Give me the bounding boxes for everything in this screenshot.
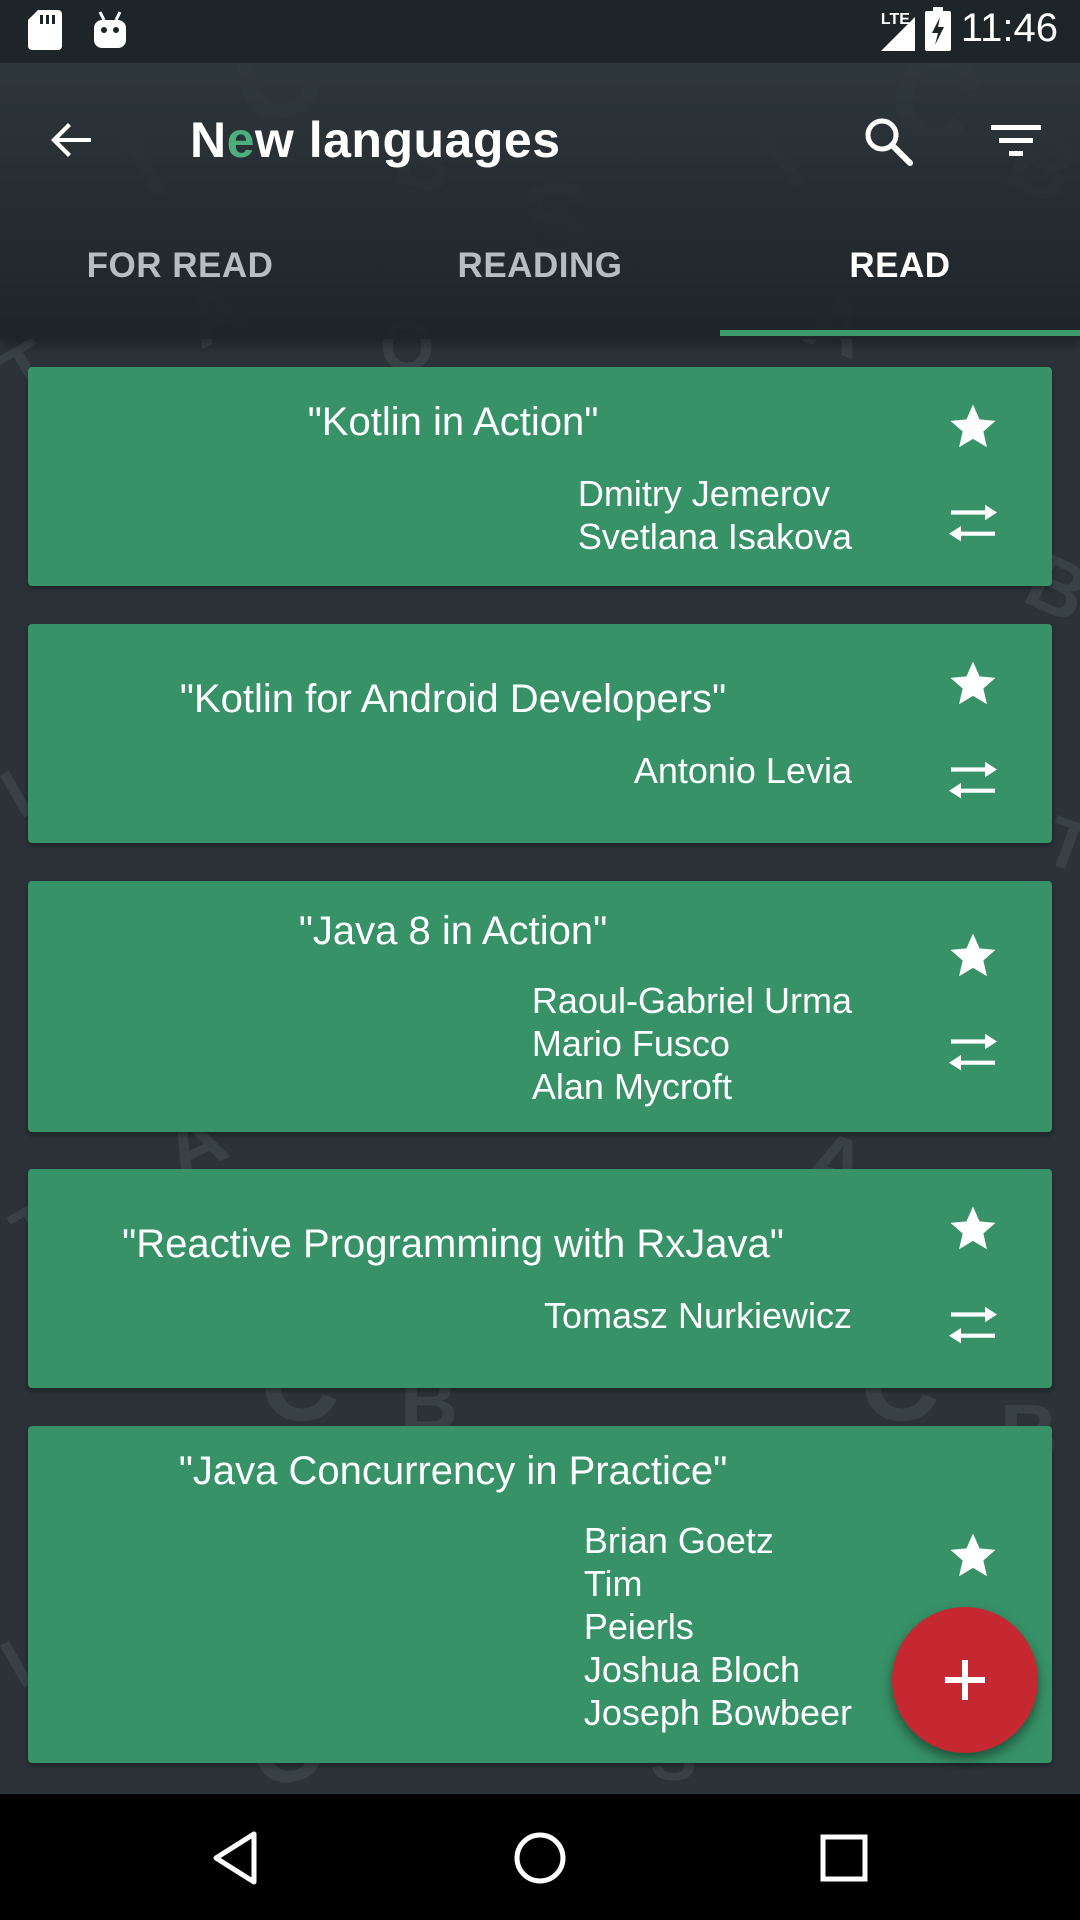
author-name: Mario Fusco [531,1023,730,1064]
swap-arrows-icon [949,1033,997,1071]
filter-button[interactable] [980,105,1052,177]
star-icon [950,661,996,705]
favorite-button[interactable] [928,639,1018,729]
nav-home-button[interactable] [498,1816,582,1900]
book-title: "Kotlin for Android Developers" [179,677,727,721]
star-icon [950,1206,996,1250]
status-right-icons: LTE 11:46 [880,6,1058,51]
author-name: Tim [583,1563,643,1604]
author-name: Svetlana Isakova [577,516,852,557]
arrow-back-icon [51,123,91,157]
status-time: 11:46 [960,6,1058,50]
nav-recents-button[interactable] [802,1816,886,1900]
back-triangle-icon [213,1831,257,1885]
star-icon [950,933,996,977]
move-button[interactable] [928,1008,1018,1098]
author-name: Joseph Bowbeer [583,1692,852,1733]
title-part-accent: e [226,112,255,168]
move-button[interactable] [928,736,1018,826]
system-nav-bar [0,1794,1080,1920]
battery-charging-icon [924,6,951,51]
search-button[interactable] [852,105,924,177]
book-title: "Java 8 in Action" [298,909,608,953]
author-name: Antonio Levia [633,750,852,791]
app-toolbar: New languages FOR READ READING READ [0,63,1080,339]
favorite-button[interactable] [928,1184,1018,1274]
book-title: "Java Concurrency in Practice" [178,1449,728,1493]
add-book-button[interactable] [892,1607,1038,1753]
plus-icon [945,1660,985,1700]
author-name: Alan Mycroft [531,1066,732,1107]
search-icon [865,118,913,166]
book-title: "Kotlin in Action" [307,400,599,444]
tab-for-read[interactable]: FOR READ [0,246,360,339]
favorite-button[interactable] [928,1511,1018,1601]
book-authors: Brian Goetz Tim Peierls Joshua Bloch Jos… [584,1519,852,1734]
book-authors: Dmitry Jemerov Svetlana Isakova [578,472,852,558]
filter-icon [991,125,1041,156]
favorite-button[interactable] [928,911,1018,1001]
book-card[interactable]: "Reactive Programming with RxJava" Tomas… [28,1169,1052,1388]
book-card[interactable]: "Kotlin in Action" Dmitry Jemerov Svetla… [28,367,1052,586]
star-icon [950,1533,996,1577]
author-name: Raoul-Gabriel Urma [531,980,852,1021]
author-name: Brian Goetz [583,1520,774,1561]
page-title: New languages [190,105,561,175]
tab-indicator [720,330,1080,336]
book-authors: Antonio Levia [634,749,852,792]
back-button[interactable] [36,105,106,175]
book-card[interactable]: "Java Concurrency in Practice" Brian Goe… [28,1426,1052,1763]
book-title: "Reactive Programming with RxJava" [122,1222,784,1266]
favorite-button[interactable] [928,382,1018,472]
author-name: Peierls [583,1606,694,1647]
swap-arrows-icon [949,761,997,799]
app-root: C C I S B B I A A T O B I T A A T C C B … [0,0,1080,1920]
book-card[interactable]: "Java 8 in Action" Raoul-Gabriel Urma Ma… [28,881,1052,1132]
home-circle-icon [514,1832,566,1884]
recents-square-icon [820,1834,868,1882]
author-name: Dmitry Jemerov [577,473,830,514]
star-icon [950,404,996,448]
move-button[interactable] [928,1281,1018,1371]
author-name: Tomasz Nurkiewicz [543,1295,852,1336]
book-authors: Raoul-Gabriel Urma Mario Fusco Alan Mycr… [532,979,852,1108]
title-part-rest: w languages [254,112,561,168]
move-button[interactable] [928,479,1018,569]
author-name: Joshua Bloch [583,1649,800,1690]
swap-arrows-icon [949,504,997,542]
book-authors: Tomasz Nurkiewicz [544,1294,852,1337]
title-part-first: N [190,112,227,168]
swap-arrows-icon [949,1306,997,1344]
nav-back-button[interactable] [193,1816,277,1900]
android-debug-icon [94,11,126,48]
tab-read[interactable]: READ [720,246,1080,339]
status-left-icons [28,10,128,50]
book-card[interactable]: "Kotlin for Android Developers" Antonio … [28,624,1052,843]
tab-reading[interactable]: READING [360,246,720,339]
signal-icon: LTE [880,7,915,51]
sd-card-icon [28,10,62,50]
status-bar: LTE 11:46 [0,0,1080,63]
